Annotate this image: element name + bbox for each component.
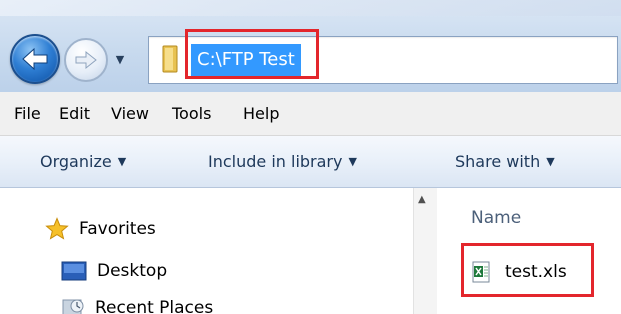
explorer-window: ▼ C:\FTP Test File Edit View Tools Help … xyxy=(0,0,621,314)
forward-arrow-icon xyxy=(75,50,97,70)
nav-label-favorites: Favorites xyxy=(79,219,156,239)
chevron-down-icon: ▼ xyxy=(115,52,125,66)
desktop-icon xyxy=(61,261,87,281)
nav-item-desktop[interactable]: Desktop xyxy=(61,256,167,286)
organize-button[interactable]: Organize ▼ xyxy=(40,152,126,171)
star-icon xyxy=(45,217,69,240)
forward-button[interactable] xyxy=(64,38,108,82)
include-in-library-button[interactable]: Include in library ▼ xyxy=(208,152,357,171)
file-highlight-box xyxy=(461,243,594,297)
nav-item-recent-places[interactable]: Recent Places xyxy=(61,293,213,314)
back-arrow-icon xyxy=(22,47,48,71)
share-with-button[interactable]: Share with ▼ xyxy=(455,152,555,171)
recent-pages-dropdown[interactable]: ▼ xyxy=(112,52,128,66)
chevron-down-icon: ▼ xyxy=(117,155,127,168)
nav-label-desktop: Desktop xyxy=(97,261,168,281)
chevron-down-icon: ▼ xyxy=(348,155,357,168)
column-header-name[interactable]: Name xyxy=(471,208,521,228)
nav-label-recent-places: Recent Places xyxy=(95,298,214,314)
nav-item-favorites[interactable]: Favorites xyxy=(45,214,156,244)
navigation-scrollbar[interactable]: ▲ xyxy=(413,188,437,314)
chevron-down-icon: ▼ xyxy=(546,155,555,168)
include-in-library-label: Include in library xyxy=(208,152,343,171)
menu-help[interactable]: Help xyxy=(243,104,279,123)
menu-tools[interactable]: Tools xyxy=(172,104,211,123)
recent-places-icon xyxy=(62,299,84,314)
scroll-up-arrow-icon[interactable]: ▲ xyxy=(418,194,426,205)
menu-file[interactable]: File xyxy=(14,104,41,123)
back-button[interactable] xyxy=(10,34,60,84)
menu-bar: File Edit View Tools Help xyxy=(0,92,621,136)
address-highlight-box xyxy=(185,29,319,79)
organize-label: Organize xyxy=(40,152,112,171)
folder-icon xyxy=(162,45,178,73)
share-with-label: Share with xyxy=(455,152,541,171)
navigation-pane[interactable]: Favorites Desktop Recent Places xyxy=(0,188,413,314)
command-bar: Organize ▼ Include in library ▼ Share with… xyxy=(0,136,621,188)
menu-view[interactable]: View xyxy=(111,104,149,123)
menu-edit[interactable]: Edit xyxy=(59,104,90,123)
